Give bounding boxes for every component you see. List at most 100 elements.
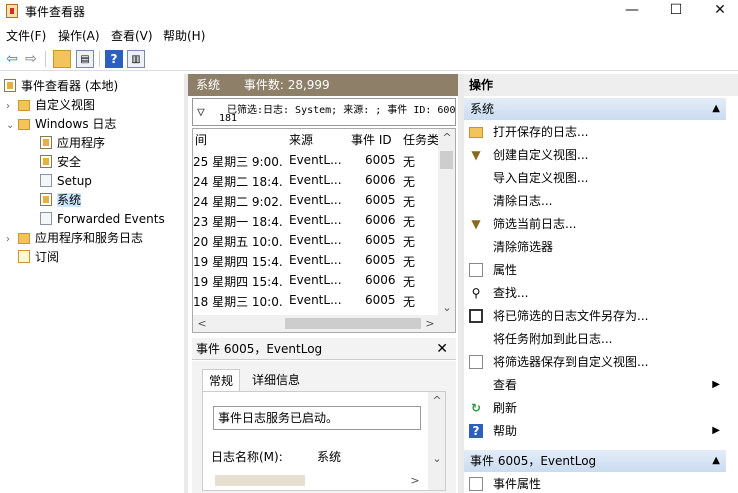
title-bar: 事件查看器 — ☐ ✕ xyxy=(0,0,738,22)
log-icon xyxy=(40,136,52,149)
tree-app-service-logs[interactable]: › 应用程序和服务日志 xyxy=(6,229,143,248)
action-view[interactable]: 查看 ▶ xyxy=(464,374,726,396)
table-row[interactable]: 19 星期四 15:4... EventL... 6005 无 xyxy=(193,251,439,271)
action-create-custom-view[interactable]: ▼ 创建自定义视图... xyxy=(464,144,726,166)
events-vertical-scrollbar[interactable]: ^ ⌄ xyxy=(438,129,455,317)
events-horizontal-scrollbar[interactable]: < > xyxy=(193,315,455,332)
cell-time: 24 星期二 18:4... xyxy=(193,175,283,189)
action-save-filter-to-view[interactable]: 将筛选器保存到自定义视图... xyxy=(464,351,726,373)
action-open-saved-log[interactable]: 打开保存的日志... xyxy=(464,121,726,143)
show-action-pane-icon[interactable]: ▥ xyxy=(127,50,145,68)
action-clear-filter[interactable]: 清除筛选器 xyxy=(464,236,726,258)
table-row[interactable]: 23 星期一 18:4... EventL... 6006 无 xyxy=(193,211,439,231)
save-icon xyxy=(469,309,483,323)
cell-time: 20 星期五 10:0... xyxy=(193,235,283,249)
action-import-custom-view[interactable]: 导入自定义视图... xyxy=(464,167,726,189)
menu-help[interactable]: 帮助(H) xyxy=(163,27,205,44)
scroll-right-icon[interactable]: > xyxy=(423,317,437,330)
show-hide-tree-icon[interactable]: ▤ xyxy=(76,50,94,68)
menu-action[interactable]: 操作(A) xyxy=(58,27,100,44)
tab-details[interactable]: 详细信息 xyxy=(246,369,306,391)
scroll-left-icon[interactable]: < xyxy=(195,317,209,330)
tree-application[interactable]: 应用程序 xyxy=(40,134,105,153)
column-header-task[interactable]: 任务类 xyxy=(403,129,439,151)
scroll-thumb[interactable] xyxy=(285,318,421,329)
action-filter-current-log[interactable]: ▼ 筛选当前日志... xyxy=(464,213,726,235)
table-row[interactable]: 24 星期二 18:4... EventL... 6006 无 xyxy=(193,171,439,191)
up-folder-icon[interactable] xyxy=(53,50,71,68)
filter-description: 已筛选:日志: System; 来源: ; 事件 ID: 6005 xyxy=(227,105,456,116)
cell-source: EventL... xyxy=(289,153,342,167)
action-help[interactable]: ? 帮助 ▶ xyxy=(464,420,726,442)
filter-icon: ▽ xyxy=(197,105,205,120)
help-icon[interactable]: ? xyxy=(105,50,123,68)
table-row[interactable]: 25 星期三 9:00... EventL... 6005 无 xyxy=(193,151,439,171)
cell-event-id: 6005 xyxy=(365,193,396,207)
table-row[interactable]: 19 星期四 15:4... EventL... 6006 无 xyxy=(193,271,439,291)
action-properties[interactable]: 属性 xyxy=(464,259,726,281)
table-row[interactable]: 18 星期三 10:0... EventL... 6005 无 xyxy=(193,291,439,311)
actions-section-event[interactable]: 事件 6005，EventLog ▲ xyxy=(464,450,726,472)
tree-forwarded-events[interactable]: Forwarded Events xyxy=(40,210,165,229)
event-count: 事件数: 28,999 xyxy=(243,78,330,92)
close-icon[interactable]: ✕ xyxy=(436,338,448,360)
action-save-filtered-log[interactable]: 将已筛选的日志文件另存为... xyxy=(464,305,726,327)
table-row[interactable]: 24 星期二 9:02... EventL... 6005 无 xyxy=(193,191,439,211)
scroll-up-icon[interactable]: ^ xyxy=(440,131,454,144)
scroll-up-icon[interactable]: ^ xyxy=(430,394,444,407)
refresh-icon: ↻ xyxy=(470,401,482,415)
detail-horizontal-scroll-thumb[interactable] xyxy=(215,475,305,486)
action-find[interactable]: ⚲ 查找... xyxy=(464,282,726,304)
log-name-value: 系统 xyxy=(317,450,342,464)
column-header-event-id[interactable]: 事件 ID xyxy=(351,129,392,151)
tree-root[interactable]: 事件查看器 (本地) xyxy=(4,77,118,96)
log-header: 系统 事件数: 28,999 xyxy=(188,74,458,96)
scroll-down-icon[interactable]: ⌄ xyxy=(430,452,444,465)
action-refresh[interactable]: ↻ 刷新 xyxy=(464,397,726,419)
chevron-right-icon[interactable]: › xyxy=(6,230,18,249)
window-title: 事件查看器 xyxy=(25,5,86,19)
menu-file[interactable]: 文件(F) xyxy=(6,27,46,44)
tree-system[interactable]: 系统 xyxy=(40,191,82,210)
scroll-down-icon[interactable]: ⌄ xyxy=(440,301,454,314)
minimize-button[interactable]: — xyxy=(610,0,654,22)
tree-setup[interactable]: Setup xyxy=(40,172,92,191)
collapse-icon[interactable]: ▲ xyxy=(712,98,720,120)
cell-source: EventL... xyxy=(289,193,342,207)
menu-view[interactable]: 查看(V) xyxy=(111,27,153,44)
scroll-right-icon[interactable]: > xyxy=(408,474,422,487)
collapse-icon[interactable]: ▲ xyxy=(712,450,720,472)
tree-security[interactable]: 安全 xyxy=(40,153,81,172)
cell-time: 19 星期四 15:4... xyxy=(193,255,283,269)
chevron-right-icon[interactable]: › xyxy=(6,97,18,116)
properties-icon xyxy=(469,477,483,491)
cell-source: EventL... xyxy=(289,213,342,227)
tree-subscriptions[interactable]: 订阅 xyxy=(18,248,59,267)
table-row[interactable]: 20 星期五 10:0... EventL... 6005 无 xyxy=(193,231,439,251)
action-clear-log[interactable]: 清除日志... xyxy=(464,190,726,212)
actions-section-system[interactable]: 系统 ▲ xyxy=(464,98,726,120)
pane-splitter[interactable] xyxy=(184,74,188,493)
detail-vertical-scrollbar[interactable]: ^ ⌄ xyxy=(428,392,445,490)
cell-event-id: 6006 xyxy=(365,173,396,187)
tab-general[interactable]: 常规 xyxy=(202,369,241,391)
back-arrow-icon[interactable]: ⇦ xyxy=(3,50,21,68)
column-header-time[interactable]: 间 xyxy=(195,129,207,151)
cell-task: 无 xyxy=(403,155,416,169)
close-button[interactable]: ✕ xyxy=(698,0,738,22)
log-icon xyxy=(40,174,52,187)
scroll-thumb[interactable] xyxy=(440,151,453,169)
toolbar-separator xyxy=(99,51,100,67)
chevron-down-icon[interactable]: ⌄ xyxy=(6,116,18,135)
filter-description-extra: 181 xyxy=(219,113,238,124)
cell-task: 无 xyxy=(403,235,416,249)
event-message[interactable]: 事件日志服务已启动。 xyxy=(213,406,421,430)
forward-arrow-icon[interactable]: ⇨ xyxy=(22,50,40,68)
column-header-source[interactable]: 来源 xyxy=(289,129,313,151)
action-event-properties[interactable]: 事件属性 xyxy=(464,473,726,493)
tree-windows-logs[interactable]: ⌄ Windows 日志 xyxy=(6,115,116,134)
action-attach-task[interactable]: 将任务附加到此日志... xyxy=(464,328,726,350)
maximize-button[interactable]: ☐ xyxy=(654,0,698,22)
binoculars-icon: ⚲ xyxy=(471,286,481,300)
tree-custom-views[interactable]: › 自定义视图 xyxy=(6,96,95,115)
